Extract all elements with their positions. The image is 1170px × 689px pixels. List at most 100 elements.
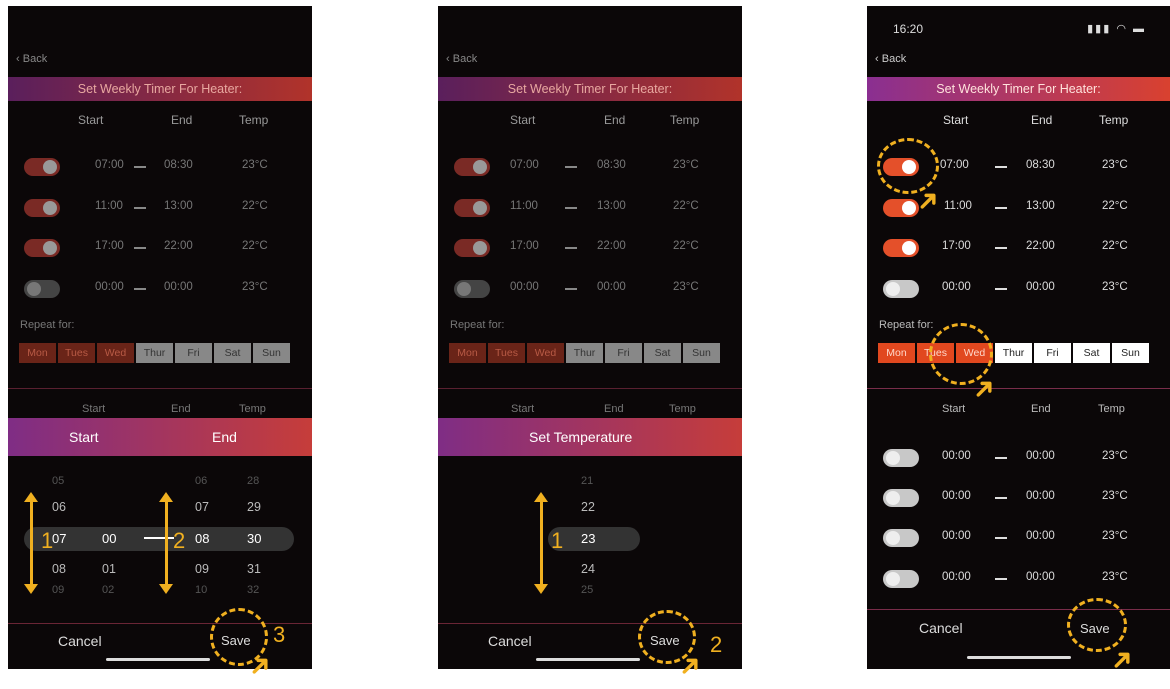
end-time: 13:00 bbox=[597, 200, 626, 212]
wheel-item[interactable]: 01 bbox=[102, 562, 116, 576]
day-sun[interactable]: Sun bbox=[253, 343, 290, 363]
picker-start-label: Start bbox=[69, 429, 99, 445]
page-title: Set Weekly Timer For Heater: bbox=[438, 77, 742, 101]
start-time: 11:00 bbox=[944, 200, 972, 212]
day-fri[interactable]: Fri bbox=[605, 343, 642, 363]
timer-row: 17:00 22:00 22°C bbox=[8, 237, 312, 259]
timer-toggle[interactable] bbox=[24, 280, 60, 298]
day-sun[interactable]: Sun bbox=[1112, 343, 1149, 363]
temp: 22°C bbox=[242, 240, 268, 252]
picker-title: Set Temperature bbox=[529, 429, 633, 445]
day-mon[interactable]: Mon bbox=[449, 343, 486, 363]
end-hour-selected[interactable]: 08 bbox=[195, 531, 209, 546]
start-time: 00:00 bbox=[942, 530, 971, 542]
wheel-item[interactable]: 02 bbox=[102, 584, 114, 596]
end-time: 22:00 bbox=[597, 240, 626, 252]
day-mon[interactable]: Mon bbox=[878, 343, 915, 363]
start-time: 17:00 bbox=[95, 240, 124, 252]
timer-toggle[interactable] bbox=[24, 239, 60, 257]
home-indicator bbox=[106, 658, 210, 661]
day-mon[interactable]: Mon bbox=[19, 343, 56, 363]
back-link[interactable]: ‹ Back bbox=[446, 53, 477, 65]
timer-toggle[interactable] bbox=[883, 529, 919, 547]
day-wed[interactable]: Wed bbox=[97, 343, 134, 363]
cancel-button[interactable]: Cancel bbox=[488, 633, 532, 649]
end-time: 22:00 bbox=[164, 240, 193, 252]
timer-toggle[interactable] bbox=[883, 449, 919, 467]
cancel-button[interactable]: Cancel bbox=[919, 620, 963, 636]
col-start: Start bbox=[78, 113, 104, 127]
repeat-label: Repeat for: bbox=[879, 319, 934, 331]
day-sun[interactable]: Sun bbox=[683, 343, 720, 363]
end-time: 13:00 bbox=[164, 200, 193, 212]
temp: 23°C bbox=[1102, 159, 1128, 171]
wheel-item[interactable]: 06 bbox=[195, 475, 207, 487]
col-end: End bbox=[171, 403, 191, 415]
wheel-item[interactable]: 29 bbox=[247, 500, 261, 514]
wheel-item[interactable]: 08 bbox=[52, 562, 66, 576]
wheel-item[interactable]: 32 bbox=[247, 584, 259, 596]
day-thur[interactable]: Thur bbox=[136, 343, 173, 363]
day-wed[interactable]: Wed bbox=[527, 343, 564, 363]
timer-row: 00:00 00:00 23°C bbox=[867, 278, 1170, 300]
timer-toggle[interactable] bbox=[24, 158, 60, 176]
start-time: 17:00 bbox=[942, 240, 971, 252]
wheel-item[interactable]: 05 bbox=[52, 475, 64, 487]
timer-toggle[interactable] bbox=[883, 239, 919, 257]
timer-toggle[interactable] bbox=[24, 199, 60, 217]
day-tues[interactable]: Tues bbox=[58, 343, 95, 363]
start-hour-selected[interactable]: 07 bbox=[52, 531, 66, 546]
day-fri[interactable]: Fri bbox=[175, 343, 212, 363]
day-selector: Mon Tues Wed Thur Fri Sat Sun bbox=[878, 343, 1149, 363]
wheel-item[interactable]: 06 bbox=[52, 500, 66, 514]
wheel-item[interactable]: 09 bbox=[195, 562, 209, 576]
col-temp: Temp bbox=[670, 113, 700, 127]
timer-toggle[interactable] bbox=[454, 158, 490, 176]
timer-toggle[interactable] bbox=[454, 280, 490, 298]
timer-row: 07:00 08:30 23°C bbox=[438, 156, 742, 178]
timer-toggle[interactable] bbox=[883, 570, 919, 588]
repeat-label: Repeat for: bbox=[20, 319, 75, 331]
day-sat[interactable]: Sat bbox=[214, 343, 251, 363]
col-temp: Temp bbox=[1099, 113, 1129, 127]
wheel-item[interactable]: 07 bbox=[195, 500, 209, 514]
cancel-button[interactable]: Cancel bbox=[58, 633, 102, 649]
temp: 23°C bbox=[1102, 571, 1128, 583]
col-temp: Temp bbox=[1098, 403, 1125, 415]
timer-toggle[interactable] bbox=[454, 239, 490, 257]
temp: 22°C bbox=[673, 200, 699, 212]
wheel-item[interactable]: 10 bbox=[195, 584, 207, 596]
timer-toggle[interactable] bbox=[454, 199, 490, 217]
day-fri[interactable]: Fri bbox=[1034, 343, 1071, 363]
start-minute-selected[interactable]: 00 bbox=[102, 531, 116, 546]
start-time: 00:00 bbox=[942, 281, 971, 293]
wheel-item[interactable]: 22 bbox=[581, 500, 595, 514]
day-thur[interactable]: Thur bbox=[566, 343, 603, 363]
end-time: 00:00 bbox=[1026, 450, 1055, 462]
wheel-item[interactable]: 31 bbox=[247, 562, 261, 576]
day-sat[interactable]: Sat bbox=[1073, 343, 1110, 363]
end-time: 08:30 bbox=[597, 159, 626, 171]
temp-selected[interactable]: 23 bbox=[581, 531, 595, 546]
day-tues[interactable]: Tues bbox=[488, 343, 525, 363]
col-end: End bbox=[604, 403, 624, 415]
screen-2-phone: ‹ Back Set Weekly Timer For Heater: Star… bbox=[438, 6, 742, 669]
wheel-item[interactable]: 28 bbox=[247, 475, 259, 487]
back-link[interactable]: ‹ Back bbox=[875, 53, 906, 65]
start-time: 11:00 bbox=[510, 200, 538, 212]
start-time: 07:00 bbox=[510, 159, 539, 171]
temp: 22°C bbox=[1102, 200, 1128, 212]
back-link[interactable]: ‹ Back bbox=[16, 53, 47, 65]
wheel-item[interactable]: 25 bbox=[581, 584, 593, 596]
wheel-item[interactable]: 09 bbox=[52, 584, 64, 596]
col-start: Start bbox=[942, 403, 966, 415]
timer-toggle[interactable] bbox=[883, 280, 919, 298]
wheel-item[interactable]: 21 bbox=[581, 475, 593, 487]
timer-row: 00:00 00:00 23°C bbox=[867, 527, 1170, 549]
day-thur[interactable]: Thur bbox=[995, 343, 1032, 363]
wheel-item[interactable]: 24 bbox=[581, 562, 595, 576]
end-minute-selected[interactable]: 30 bbox=[247, 531, 261, 546]
picker-end-label: End bbox=[212, 429, 237, 445]
timer-toggle[interactable] bbox=[883, 489, 919, 507]
day-sat[interactable]: Sat bbox=[644, 343, 681, 363]
